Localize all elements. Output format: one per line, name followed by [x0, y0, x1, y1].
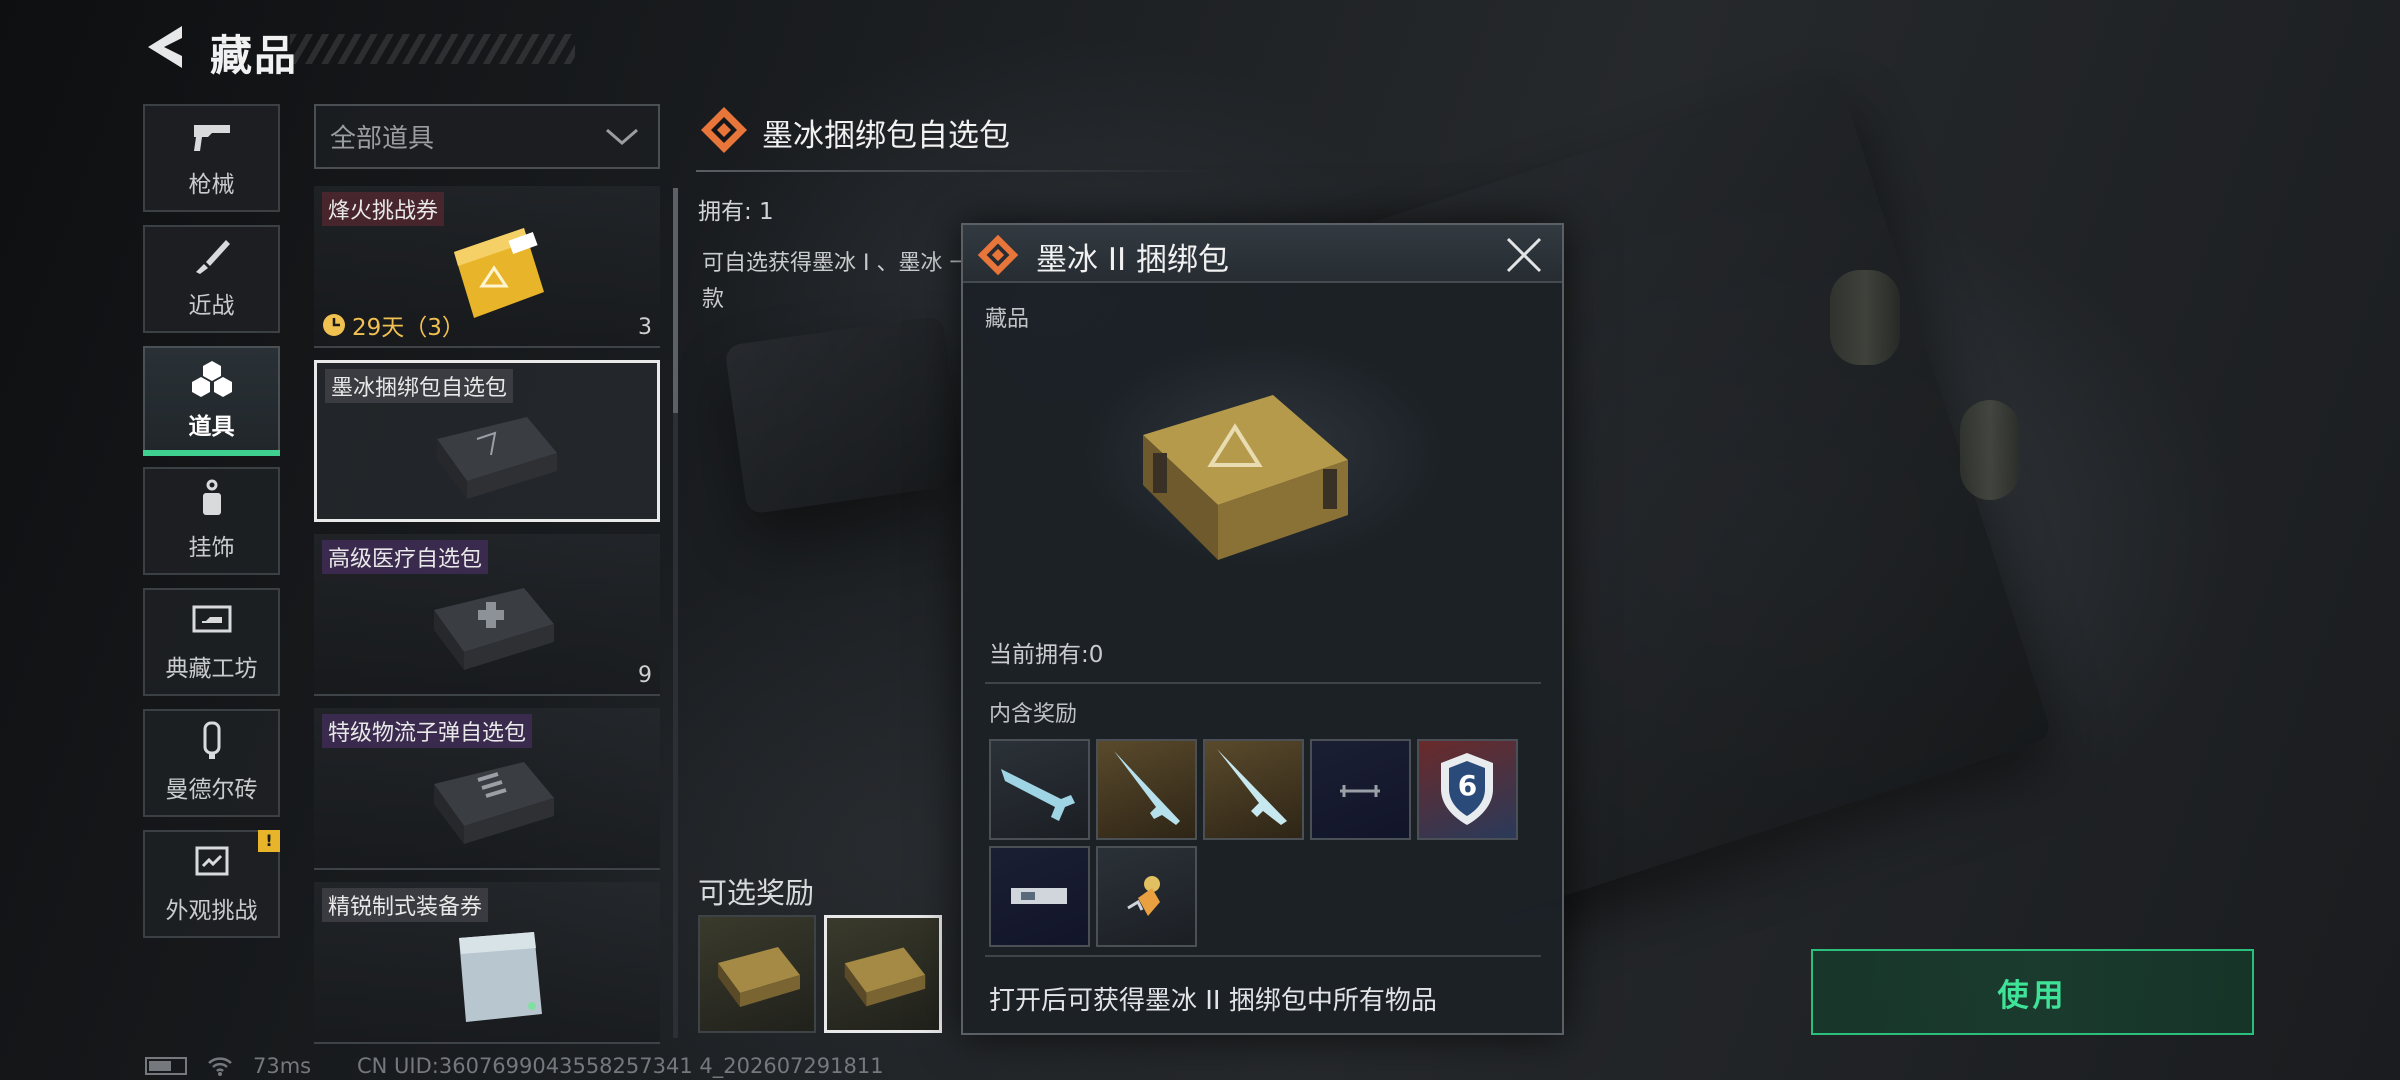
wifi-icon	[208, 1057, 232, 1076]
sticker-icon	[1011, 888, 1067, 904]
optional-rewards-row	[698, 915, 942, 1033]
popup-title: 墨冰 II 捆绑包	[1036, 242, 1229, 278]
nav-label: 典藏工坊	[165, 656, 258, 682]
list-item[interactable]: 烽火挑战券 29天（3） 3	[314, 186, 660, 348]
popup-header: 墨冰 II 捆绑包	[963, 225, 1562, 283]
clock-icon	[323, 314, 345, 336]
nav-label: 曼德尔砖	[165, 777, 258, 803]
nav-label: 枪械	[188, 172, 235, 198]
rifle-icon	[1001, 769, 1075, 821]
item-name: 精锐制式装备券	[322, 888, 489, 922]
nav-item-appearance-challenge[interactable]: ! 外观挑战	[143, 830, 280, 938]
badge-number: 6	[1457, 769, 1478, 802]
list-item[interactable]: 特级物流子弹自选包	[314, 708, 660, 870]
brick-icon	[190, 721, 234, 760]
diamond-rarity-icon	[701, 107, 747, 153]
gold-case-icon	[718, 947, 800, 1007]
ping-text: 73ms	[253, 1054, 312, 1078]
popup-footer-text: 打开后可获得墨冰 II 捆绑包中所有物品	[989, 986, 1437, 1016]
nav-item-props[interactable]: 道具	[143, 346, 280, 456]
bundle-detail-popup: 墨冰 II 捆绑包 藏品 当前拥有:0 内含奖励 6 打开后可获得墨冰 II 捆…	[961, 223, 1564, 1035]
popup-category: 藏品	[985, 307, 1030, 332]
filter-label: 全部道具	[330, 124, 435, 154]
pendant-icon	[1127, 876, 1160, 916]
status-bar: 73ms	[145, 1054, 311, 1078]
workshop-icon	[190, 601, 234, 639]
background-case	[724, 315, 966, 515]
nav-label: 近战	[188, 293, 235, 319]
equipment-voucher-icon	[459, 932, 542, 1022]
nav-label: 道具	[188, 414, 235, 440]
list-item[interactable]: 精锐制式装备券	[314, 882, 660, 1044]
use-button-label: 使用	[1997, 977, 2068, 1014]
battery-icon	[145, 1057, 187, 1075]
list-item[interactable]: 墨冰捆绑包自选包	[314, 360, 660, 522]
item-count: 9	[638, 663, 652, 688]
gold-case-icon	[844, 947, 926, 1007]
charm-icon	[1340, 785, 1380, 797]
bundle-case-icon	[437, 417, 557, 499]
nav-item-mandel-brick[interactable]: 曼德尔砖	[143, 709, 280, 817]
item-name: 烽火挑战券	[322, 192, 445, 226]
reward-sticker[interactable]	[989, 846, 1090, 947]
page-title: 藏品	[210, 31, 299, 80]
close-icon[interactable]	[1500, 231, 1548, 279]
item-name: 特级物流子弹自选包	[322, 714, 533, 748]
item-name: 墨冰捆绑包自选包	[325, 369, 514, 403]
title-decoration	[290, 34, 575, 64]
detail-divider	[696, 170, 1216, 172]
item-list: 烽火挑战券 29天（3） 3 墨冰捆绑包自选包 高级医疗自选包 9 特级物流子弹…	[314, 186, 660, 1056]
reward-charm[interactable]	[1310, 739, 1411, 840]
use-button[interactable]: 使用	[1811, 949, 2254, 1035]
gun-icon	[190, 117, 234, 155]
background-canister	[1830, 270, 1900, 365]
knife-icon	[190, 238, 234, 276]
ammo-case-icon	[434, 762, 554, 844]
reward-grid: 6	[989, 739, 1529, 947]
reward-marksman-rifle[interactable]	[1203, 739, 1304, 840]
popup-preview	[963, 283, 1562, 603]
sniper-icon	[1114, 751, 1180, 825]
item-count: 3	[638, 315, 652, 340]
timer-text: 29天（3）	[352, 315, 465, 341]
optional-reward-slot[interactable]	[698, 915, 816, 1033]
list-scrollbar[interactable]	[673, 188, 678, 1038]
reward-badge[interactable]: 6	[1417, 739, 1518, 840]
cubes-icon	[190, 359, 234, 397]
popup-divider	[985, 682, 1541, 684]
popup-divider	[985, 955, 1541, 957]
reward-sniper[interactable]	[1096, 739, 1197, 840]
nav-label: 挂饰	[188, 535, 235, 561]
reward-pendant[interactable]	[1096, 846, 1197, 947]
optional-reward-slot-selected[interactable]	[824, 915, 942, 1033]
diamond-rarity-icon	[977, 234, 1019, 276]
chevron-down-icon	[606, 128, 638, 145]
nav-item-charms[interactable]: 挂饰	[143, 467, 280, 575]
item-timer: 29天（3）	[322, 308, 465, 342]
challenge-icon	[190, 843, 234, 881]
owned-count: 拥有: 1	[698, 199, 774, 225]
popup-contains-label: 内含奖励	[989, 702, 1078, 727]
detail-description: 可自选获得墨冰 I 、墨冰 一款	[702, 251, 972, 312]
background-canister	[1960, 400, 2020, 500]
charm-icon	[190, 479, 234, 518]
nav-item-workshop[interactable]: 典藏工坊	[143, 588, 280, 696]
gold-bundle-case-icon	[1143, 395, 1348, 560]
detail-title: 墨冰捆绑包自选包	[762, 118, 1010, 154]
nav-item-melee[interactable]: 近战	[143, 225, 280, 333]
nav-label: 外观挑战	[165, 898, 258, 924]
back-arrow-icon[interactable]	[142, 22, 188, 72]
rifle-icon	[1217, 749, 1287, 825]
item-filter-dropdown[interactable]: 全部道具	[314, 104, 660, 169]
alert-badge: !	[258, 830, 280, 852]
optional-rewards-label: 可选奖励	[698, 876, 815, 910]
uid-text: CN UID:3607699043558257341 4_20260729181…	[357, 1054, 884, 1078]
popup-current-owned: 当前拥有:0	[989, 642, 1104, 668]
nav-item-guns[interactable]: 枪械	[143, 104, 280, 212]
reward-rifle[interactable]	[989, 739, 1090, 840]
item-name: 高级医疗自选包	[322, 540, 489, 574]
list-item[interactable]: 高级医疗自选包 9	[314, 534, 660, 696]
category-nav: 枪械 近战 道具 挂饰 典藏工坊 曼德尔砖 ! 外观挑战	[143, 104, 280, 951]
medical-case-icon	[434, 588, 554, 670]
